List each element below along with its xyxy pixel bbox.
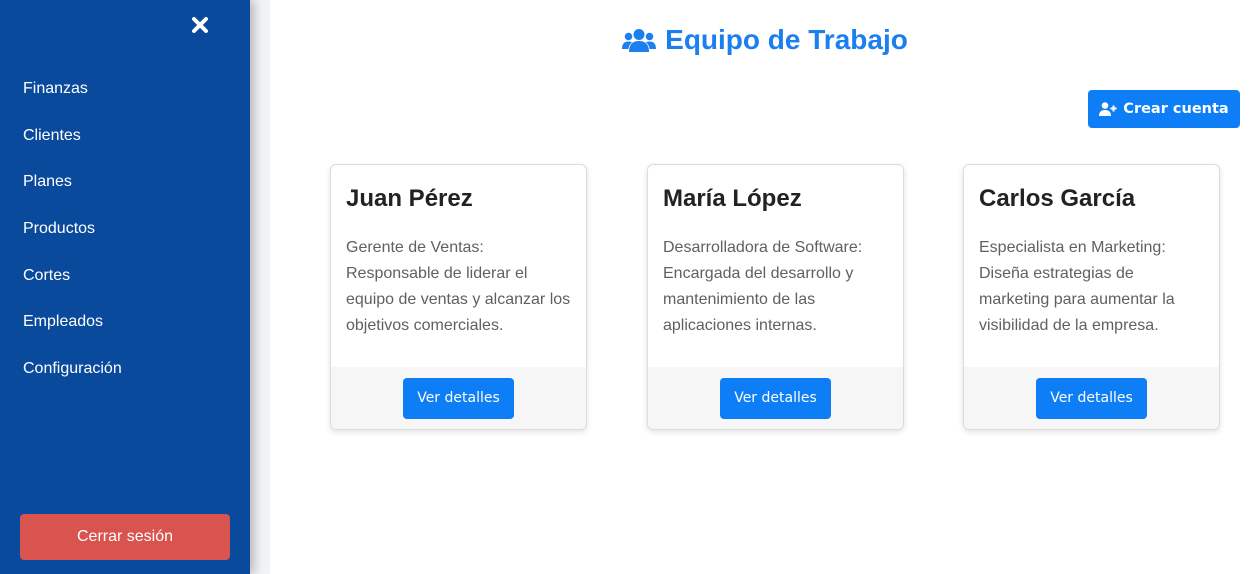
card-name: Carlos García <box>979 185 1136 212</box>
sidebar-nav: Finanzas Clientes Planes Productos Corte… <box>0 66 250 393</box>
card-body: Carlos García Especialista en Marketing:… <box>964 165 1219 368</box>
card-description: Especialista en Marketing: Diseña estrat… <box>979 239 1175 334</box>
team-card: Carlos García Especialista en Marketing:… <box>963 164 1220 430</box>
create-account-button[interactable]: Crear cuenta <box>1088 90 1240 128</box>
close-sidebar-button[interactable] <box>188 14 212 40</box>
page-title: Equipo de Trabajo <box>270 24 1260 56</box>
card-description: Desarrolladora de Software: Encargada de… <box>663 239 863 334</box>
user-plus-icon <box>1099 102 1117 116</box>
sidebar: Finanzas Clientes Planes Productos Corte… <box>0 0 250 574</box>
view-details-button[interactable]: Ver detalles <box>403 377 514 419</box>
card-body: María López Desarrolladora de Software: … <box>648 165 903 368</box>
view-details-button[interactable]: Ver detalles <box>1036 377 1147 419</box>
team-card: Juan Pérez Gerente de Ventas: Responsabl… <box>330 164 587 430</box>
sidebar-item-configuracion[interactable]: Configuración <box>0 346 250 393</box>
main-content: Equipo de Trabajo Crear cuenta Juan Pére… <box>270 0 1260 574</box>
logout-button[interactable]: Cerrar sesión <box>20 514 230 560</box>
sidebar-gutter <box>250 0 270 574</box>
card-body: Juan Pérez Gerente de Ventas: Responsabl… <box>331 165 586 368</box>
card-footer: Ver detalles <box>964 367 1219 429</box>
page-title-text: Equipo de Trabajo <box>665 24 908 55</box>
create-account-label: Crear cuenta <box>1123 101 1229 117</box>
sidebar-item-productos[interactable]: Productos <box>0 206 250 253</box>
close-icon <box>191 16 209 39</box>
card-description: Gerente de Ventas: Responsable de lidera… <box>346 239 571 334</box>
sidebar-item-cortes[interactable]: Cortes <box>0 253 250 300</box>
team-card: María López Desarrolladora de Software: … <box>647 164 904 430</box>
sidebar-item-empleados[interactable]: Empleados <box>0 299 250 346</box>
card-name: María López <box>663 185 802 212</box>
sidebar-item-planes[interactable]: Planes <box>0 159 250 206</box>
card-footer: Ver detalles <box>331 367 586 429</box>
users-icon <box>622 28 657 52</box>
sidebar-item-clientes[interactable]: Clientes <box>0 113 250 160</box>
sidebar-item-finanzas[interactable]: Finanzas <box>0 66 250 113</box>
view-details-button[interactable]: Ver detalles <box>720 377 831 419</box>
card-footer: Ver detalles <box>648 367 903 429</box>
card-name: Juan Pérez <box>346 185 473 212</box>
